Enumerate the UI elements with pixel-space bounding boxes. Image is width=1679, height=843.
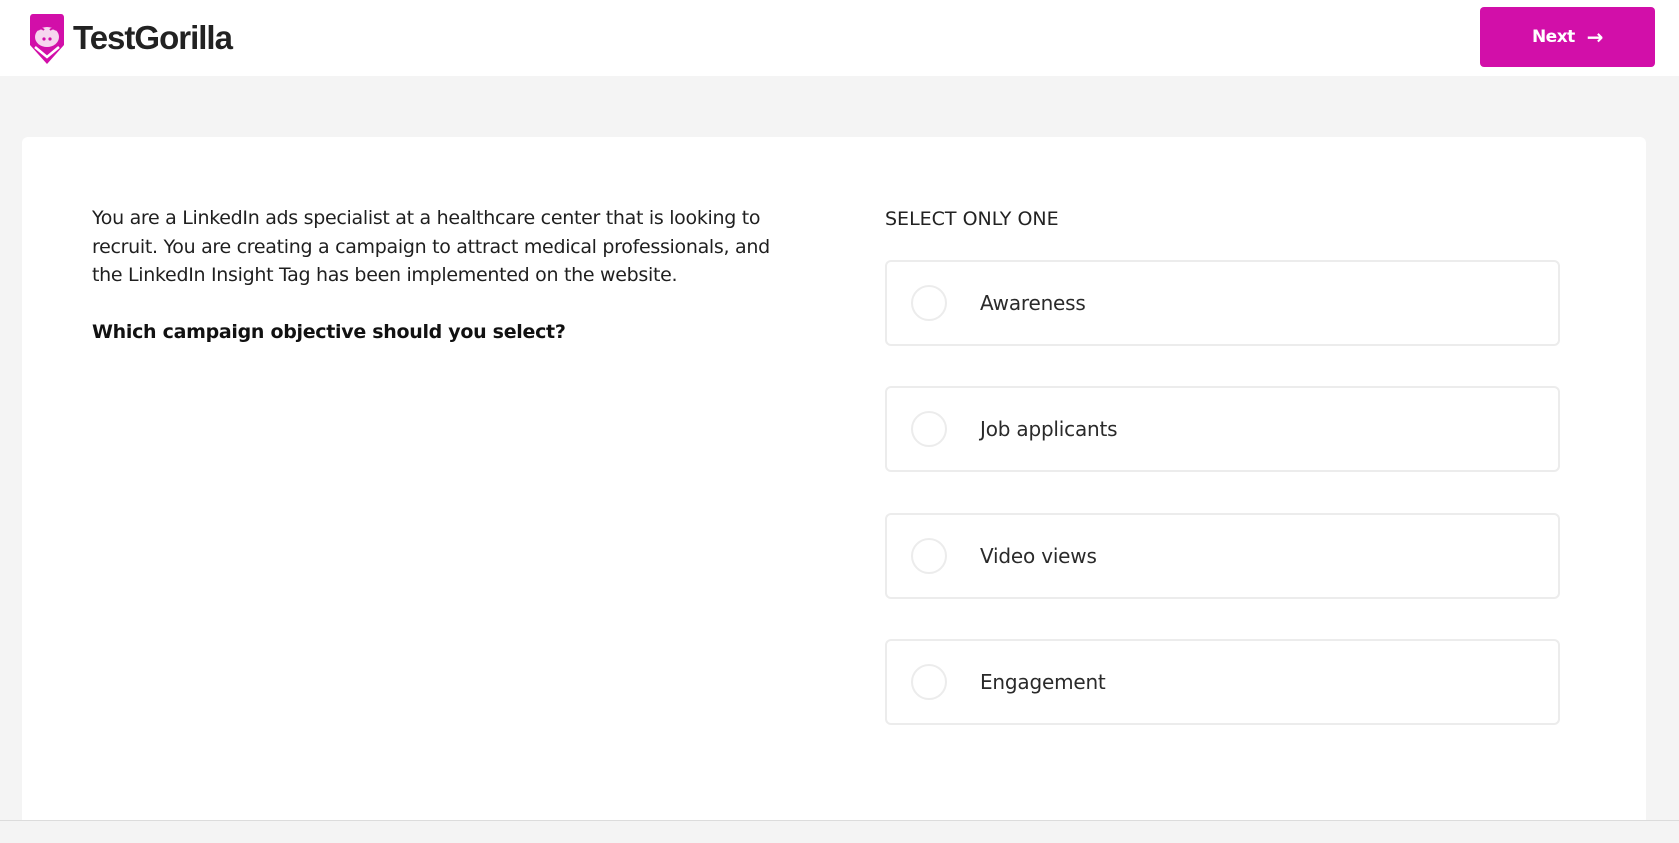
question-panel: You are a LinkedIn ads specialist at a h… <box>92 204 792 346</box>
radio-button[interactable] <box>911 538 947 574</box>
answer-label: Video views <box>980 544 1097 568</box>
answer-option-engagement[interactable]: Engagement <box>885 639 1560 725</box>
top-header: TestGorilla Next → <box>0 0 1679 76</box>
bottom-bar <box>0 820 1679 843</box>
logo-text: TestGorilla <box>73 19 233 56</box>
next-button[interactable]: Next → <box>1480 7 1655 67</box>
question-scenario: You are a LinkedIn ads specialist at a h… <box>92 207 770 286</box>
question-prompt: Which campaign objective should you sele… <box>92 320 566 343</box>
answer-label: Engagement <box>980 670 1106 694</box>
answer-option-awareness[interactable]: Awareness <box>885 260 1560 346</box>
answer-option-job-applicants[interactable]: Job applicants <box>885 386 1560 472</box>
logo[interactable]: TestGorilla <box>29 11 233 65</box>
gorilla-logo-icon <box>29 11 65 65</box>
radio-button[interactable] <box>911 411 947 447</box>
answer-label: Job applicants <box>980 417 1118 441</box>
next-button-label: Next <box>1531 27 1575 47</box>
radio-button[interactable] <box>911 285 947 321</box>
answer-option-video-views[interactable]: Video views <box>885 513 1560 599</box>
radio-button[interactable] <box>911 664 947 700</box>
select-instruction: SELECT ONLY ONE <box>885 208 1059 230</box>
answer-label: Awareness <box>980 291 1086 315</box>
arrow-right-icon: → <box>1586 25 1604 49</box>
